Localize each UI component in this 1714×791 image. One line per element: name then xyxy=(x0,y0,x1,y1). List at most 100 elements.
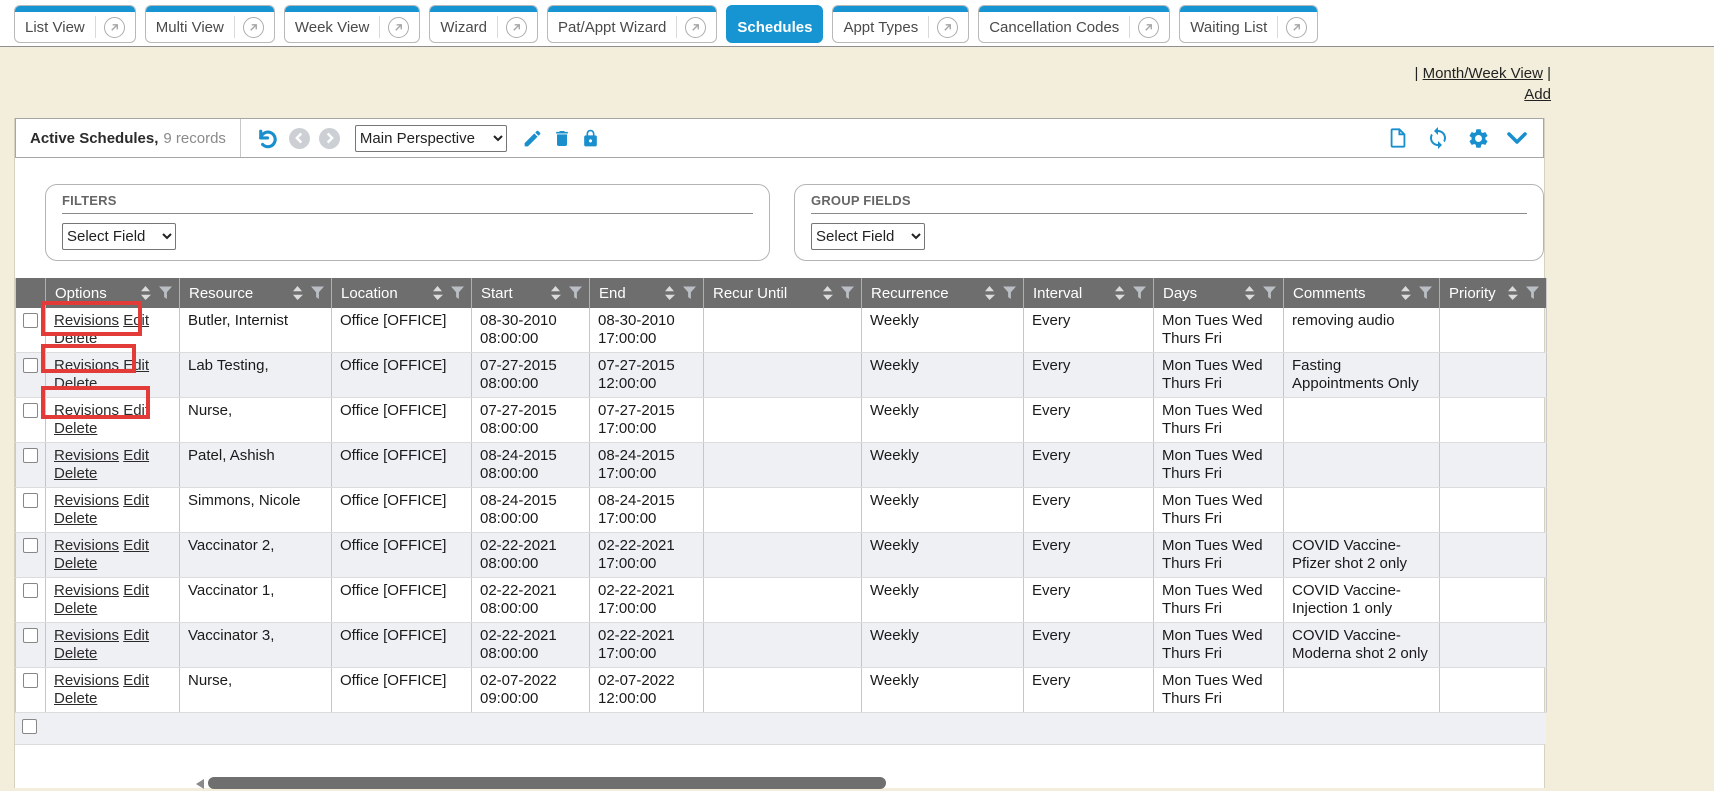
scrollbar-thumb[interactable] xyxy=(208,777,886,789)
gear-icon[interactable] xyxy=(1467,127,1490,150)
revisions-link[interactable]: Revisions xyxy=(54,627,119,644)
tab-waiting-list[interactable]: Waiting List xyxy=(1179,5,1318,43)
open-in-new-window-icon[interactable] xyxy=(1286,17,1307,38)
tab-list-view[interactable]: List View xyxy=(14,5,136,43)
tab-week-view[interactable]: Week View xyxy=(284,5,420,43)
perspective-select[interactable]: Main Perspective xyxy=(355,125,507,152)
filter-funnel-icon[interactable] xyxy=(568,286,583,300)
trash-icon[interactable] xyxy=(552,128,572,149)
row-checkbox[interactable] xyxy=(23,448,38,463)
edit-link[interactable]: Edit xyxy=(123,672,149,689)
sort-icon[interactable] xyxy=(1400,285,1411,301)
comments-cell xyxy=(1284,398,1440,443)
undo-icon[interactable] xyxy=(255,126,280,151)
chevron-down-icon[interactable] xyxy=(1507,132,1527,145)
recur-until-cell xyxy=(704,623,862,668)
revisions-link[interactable]: Revisions xyxy=(54,447,119,464)
revisions-link[interactable]: Revisions xyxy=(54,402,119,419)
filter-funnel-icon[interactable] xyxy=(1002,286,1017,300)
sort-icon[interactable] xyxy=(550,285,561,301)
row-checkbox[interactable] xyxy=(23,358,38,373)
filter-funnel-icon[interactable] xyxy=(1262,286,1277,300)
month-week-view-link[interactable]: Month/Week View xyxy=(1423,65,1543,82)
revisions-link[interactable]: Revisions xyxy=(54,357,119,374)
sort-icon[interactable] xyxy=(984,285,995,301)
next-circle-icon[interactable] xyxy=(319,128,340,149)
row-checkbox[interactable] xyxy=(23,403,38,418)
table-row: Revisions Edit Delete Nurse, Office [OFF… xyxy=(16,668,1547,713)
delete-link[interactable]: Delete xyxy=(54,690,97,707)
row-checkbox[interactable] xyxy=(23,673,38,688)
revisions-link[interactable]: Revisions xyxy=(54,582,119,599)
filter-funnel-icon[interactable] xyxy=(158,286,173,300)
revisions-link[interactable]: Revisions xyxy=(54,492,119,509)
refresh-icon[interactable] xyxy=(1426,126,1450,150)
filter-funnel-icon[interactable] xyxy=(1525,286,1540,300)
row-checkbox[interactable] xyxy=(23,493,38,508)
new-document-icon[interactable] xyxy=(1387,126,1409,150)
delete-link[interactable]: Delete xyxy=(54,600,97,617)
sort-icon[interactable] xyxy=(1507,285,1518,301)
filters-field-select[interactable]: Select Field xyxy=(62,223,176,250)
edit-link[interactable]: Edit xyxy=(123,357,149,374)
sort-icon[interactable] xyxy=(1114,285,1125,301)
revisions-link[interactable]: Revisions xyxy=(54,312,119,329)
edit-link[interactable]: Edit xyxy=(123,447,149,464)
prev-circle-icon[interactable] xyxy=(289,128,310,149)
group-fields-select[interactable]: Select Field xyxy=(811,223,925,250)
edit-link[interactable]: Edit xyxy=(123,627,149,644)
location-cell: Office [OFFICE] xyxy=(332,488,472,533)
edit-link[interactable]: Edit xyxy=(123,402,149,419)
sort-icon[interactable] xyxy=(1244,285,1255,301)
filter-funnel-icon[interactable] xyxy=(840,286,855,300)
column-header-label: Resource xyxy=(189,285,292,302)
sort-icon[interactable] xyxy=(822,285,833,301)
footer-row-checkbox[interactable] xyxy=(22,719,37,734)
row-checkbox[interactable] xyxy=(23,538,38,553)
delete-link[interactable]: Delete xyxy=(54,330,97,347)
filter-funnel-icon[interactable] xyxy=(450,286,465,300)
tab-multi-view[interactable]: Multi View xyxy=(145,5,275,43)
revisions-link[interactable]: Revisions xyxy=(54,537,119,554)
sort-icon[interactable] xyxy=(140,285,151,301)
tab-schedules[interactable]: Schedules xyxy=(726,5,823,43)
interval-cell: Every xyxy=(1024,533,1154,578)
filter-funnel-icon[interactable] xyxy=(1418,286,1433,300)
tab-wizard[interactable]: Wizard xyxy=(429,5,538,43)
sort-icon[interactable] xyxy=(292,285,303,301)
filter-funnel-icon[interactable] xyxy=(1132,286,1147,300)
comments-cell: COVID Vaccine-Injection 1 only xyxy=(1284,578,1440,623)
row-checkbox[interactable] xyxy=(23,313,38,328)
tab-cancellation-codes[interactable]: Cancellation Codes xyxy=(978,5,1170,43)
tab-pat-appt-wizard[interactable]: Pat/Appt Wizard xyxy=(547,5,717,43)
edit-link[interactable]: Edit xyxy=(123,582,149,599)
days-cell: Mon Tues Wed Thurs Fri xyxy=(1154,308,1284,353)
edit-link[interactable]: Edit xyxy=(123,492,149,509)
edit-link[interactable]: Edit xyxy=(123,312,149,329)
open-in-new-window-icon[interactable] xyxy=(506,17,527,38)
delete-link[interactable]: Delete xyxy=(54,375,97,392)
filter-funnel-icon[interactable] xyxy=(682,286,697,300)
edit-link[interactable]: Edit xyxy=(123,537,149,554)
edit-pencil-icon[interactable] xyxy=(522,128,543,149)
open-in-new-window-icon[interactable] xyxy=(104,17,125,38)
open-in-new-window-icon[interactable] xyxy=(685,17,706,38)
sort-icon[interactable] xyxy=(664,285,675,301)
delete-link[interactable]: Delete xyxy=(54,555,97,572)
open-in-new-window-icon[interactable] xyxy=(243,17,264,38)
delete-link[interactable]: Delete xyxy=(54,420,97,437)
filter-funnel-icon[interactable] xyxy=(310,286,325,300)
delete-link[interactable]: Delete xyxy=(54,645,97,662)
sort-icon[interactable] xyxy=(432,285,443,301)
add-link[interactable]: Add xyxy=(1524,86,1551,103)
tab-appt-types[interactable]: Appt Types xyxy=(832,5,969,43)
open-in-new-window-icon[interactable] xyxy=(388,17,409,38)
revisions-link[interactable]: Revisions xyxy=(54,672,119,689)
row-checkbox[interactable] xyxy=(23,583,38,598)
row-checkbox[interactable] xyxy=(23,628,38,643)
open-in-new-window-icon[interactable] xyxy=(937,17,958,38)
delete-link[interactable]: Delete xyxy=(54,465,97,482)
delete-link[interactable]: Delete xyxy=(54,510,97,527)
open-in-new-window-icon[interactable] xyxy=(1138,17,1159,38)
lock-icon[interactable] xyxy=(581,128,600,149)
